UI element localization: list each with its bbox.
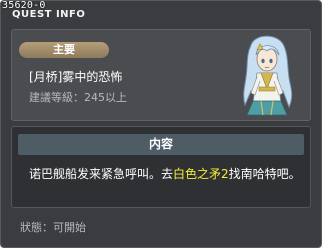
quest-status: 狀態：可開始 <box>20 221 86 234</box>
window-title: QUEST INFO <box>12 9 86 20</box>
quest-category-badge: 主要 <box>19 42 109 58</box>
description-text-before: 诺巴舰船发来紧急呼叫。去 <box>29 167 174 181</box>
quest-name: [月桥]雾中的恐怖 <box>29 70 123 84</box>
quest-info-window: 35620-0 QUEST INFO 主要 [月桥]雾中的恐怖 建議等級：245… <box>0 0 322 248</box>
description-highlight-location[interactable]: 白色之矛2 <box>173 167 229 181</box>
description-text-after: 找南哈特吧。 <box>228 167 301 181</box>
content-header: 内容 <box>18 134 304 155</box>
recommended-level: 建議等級：245以上 <box>29 91 127 104</box>
npc-portrait-icon <box>243 35 293 116</box>
quest-description: 诺巴舰船发来紧急呼叫。去白色之矛2找南哈特吧。 <box>29 167 301 181</box>
